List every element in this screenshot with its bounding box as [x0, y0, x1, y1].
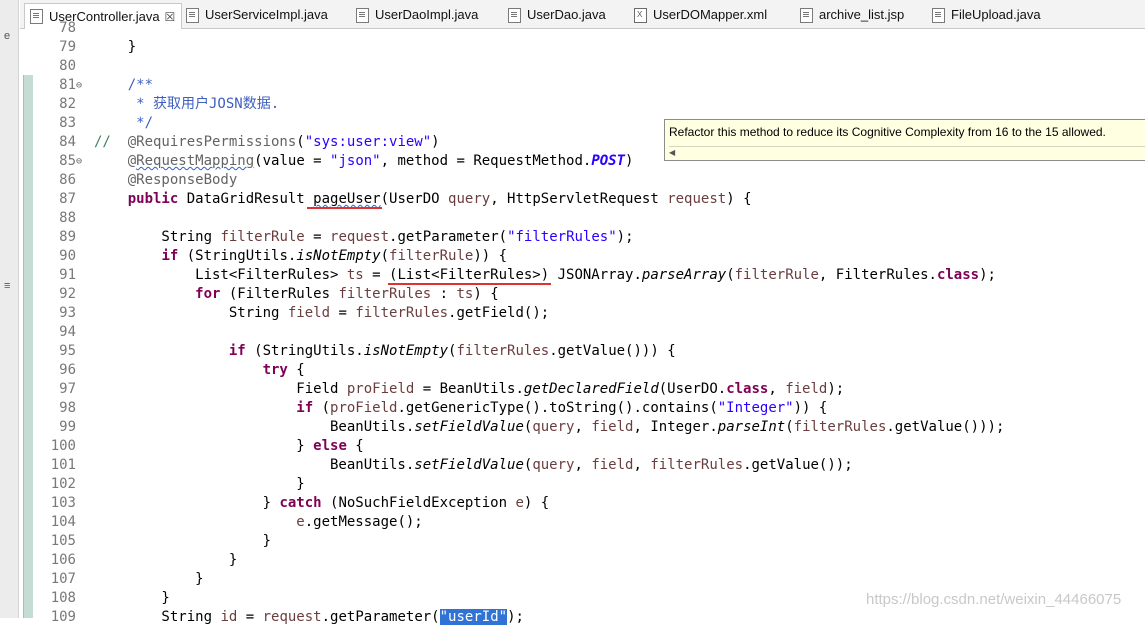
issue-underline — [307, 207, 382, 209]
scroll-left-arrow-icon[interactable]: ◀ — [669, 148, 675, 157]
code-line: @RequestMapping(value = "json", method =… — [127, 153, 634, 169]
line-number: 100 — [50, 438, 76, 454]
code-line: } — [94, 533, 272, 549]
line-number: 92 — [59, 286, 76, 302]
line-number: 106 — [50, 552, 76, 568]
code-line: } — [94, 476, 305, 492]
line-number: 78 — [59, 20, 76, 36]
code-line: BeanUtils.setFieldValue(query, field, fi… — [94, 457, 853, 473]
code-line: String filterRule = request.getParameter… — [94, 229, 634, 245]
jsp-file-icon — [800, 7, 813, 23]
line-number: 83 — [59, 115, 76, 131]
code-line: if (StringUtils.isNotEmpty(filterRule)) … — [161, 248, 508, 264]
line-number: 103 — [50, 495, 76, 511]
code-line: */ — [94, 115, 154, 131]
line-number: 89 — [59, 229, 76, 245]
line-number: 95 — [59, 343, 76, 359]
java-file-icon — [186, 7, 199, 23]
code-line: } catch (NoSuchFieldException e) { — [94, 495, 550, 511]
line-number: 96 — [59, 362, 76, 378]
line-number: 105 — [50, 533, 76, 549]
code-line: // @RequiresPermissions("sys:user:view") — [94, 134, 440, 150]
code-line: try { — [262, 362, 305, 378]
line-number: 104 — [50, 514, 76, 530]
code-line: } — [94, 552, 238, 568]
tab-label: UserServiceImpl.java — [205, 7, 328, 22]
code-line: String field = filterRules.getField(); — [94, 305, 550, 321]
line-number: 94 — [59, 324, 76, 340]
side-label-mid: ≡ — [4, 280, 11, 292]
line-number: 91 — [59, 267, 76, 283]
code-line: * 获取用户JOSN数据. — [94, 96, 280, 112]
tab-label: UserDOMapper.xml — [653, 7, 768, 22]
line-number: 88 — [59, 210, 76, 226]
tab-user-do-mapper[interactable]: UserDOMapper.xml — [634, 3, 767, 27]
line-number: 86 — [59, 172, 76, 188]
line-number: 97 — [59, 381, 76, 397]
code-line: Field proField = BeanUtils.getDeclaredFi… — [94, 381, 845, 397]
issue-tooltip: Refactor this method to reduce its Cogni… — [664, 119, 1145, 161]
issue-underline — [388, 283, 551, 285]
line-number: 84 — [59, 134, 76, 150]
code-line: if (proField.getGenericType().toString()… — [296, 400, 828, 416]
xml-file-icon — [634, 7, 647, 23]
line-number: 87 — [59, 191, 76, 207]
watermark: https://blog.csdn.net/weixin_44466075 — [866, 591, 1122, 608]
tooltip-text: Refactor this method to reduce its Cogni… — [669, 125, 1106, 139]
java-file-icon — [356, 7, 369, 23]
line-number: 79 — [59, 39, 76, 55]
code-editor[interactable]: 78 79 80 81 82 83 84 85 86 87 88 89 90 9… — [20, 20, 1145, 625]
tab-label: FileUpload.java — [951, 7, 1041, 22]
change-ruler — [23, 29, 33, 618]
tooltip-scrollbar[interactable] — [669, 146, 1145, 157]
line-number: 90 — [59, 248, 76, 264]
code-line: } else { — [94, 438, 364, 454]
code-line: @ResponseBody — [127, 172, 238, 188]
line-number: 81 — [59, 77, 76, 93]
line-number: 102 — [50, 476, 76, 492]
line-number: 108 — [50, 590, 76, 606]
line-number: 85 — [59, 153, 76, 169]
tab-user-dao[interactable]: UserDao.java — [508, 3, 606, 27]
line-number: 99 — [59, 419, 76, 435]
tab-user-service-impl[interactable]: UserServiceImpl.java — [186, 3, 328, 27]
code-line: } — [94, 571, 204, 587]
change-marker — [23, 75, 33, 618]
close-icon[interactable]: ☒ — [165, 5, 176, 29]
line-number: 80 — [59, 58, 76, 74]
fold-toggle-icon[interactable]: ⊖ — [76, 152, 82, 171]
code-line: /** — [94, 77, 154, 93]
left-panel-strip: e ≡ — [0, 0, 19, 618]
line-number: 98 — [59, 400, 76, 416]
fold-toggle-icon[interactable]: ⊖ — [76, 76, 82, 95]
code-line: for (FilterRules filterRules : ts) { — [195, 286, 499, 302]
tab-archive-list[interactable]: archive_list.jsp — [800, 3, 904, 27]
java-file-icon — [932, 7, 945, 23]
tab-label: UserDaoImpl.java — [375, 7, 479, 22]
line-number: 93 — [59, 305, 76, 321]
code-line: BeanUtils.setFieldValue(query, field, In… — [94, 419, 1005, 435]
tab-label: archive_list.jsp — [819, 7, 905, 22]
code-line: e.getMessage(); — [296, 514, 423, 530]
code-line: } — [94, 590, 170, 606]
code-line: public DataGridResult pageUser(UserDO qu… — [127, 191, 752, 207]
code-line: if (StringUtils.isNotEmpty(filterRules.g… — [228, 343, 676, 359]
side-label-top: e — [4, 30, 11, 42]
code-line: } — [94, 39, 137, 55]
line-number: 101 — [50, 457, 76, 473]
editor-tab-bar: UserController.java ☒ UserServiceImpl.ja… — [20, 0, 1145, 29]
line-number: 107 — [50, 571, 76, 587]
line-number: 82 — [59, 96, 76, 112]
java-file-icon — [508, 7, 521, 23]
tab-user-dao-impl[interactable]: UserDaoImpl.java — [356, 3, 478, 27]
tab-file-upload[interactable]: FileUpload.java — [932, 3, 1041, 27]
tab-label: UserDao.java — [527, 7, 606, 22]
